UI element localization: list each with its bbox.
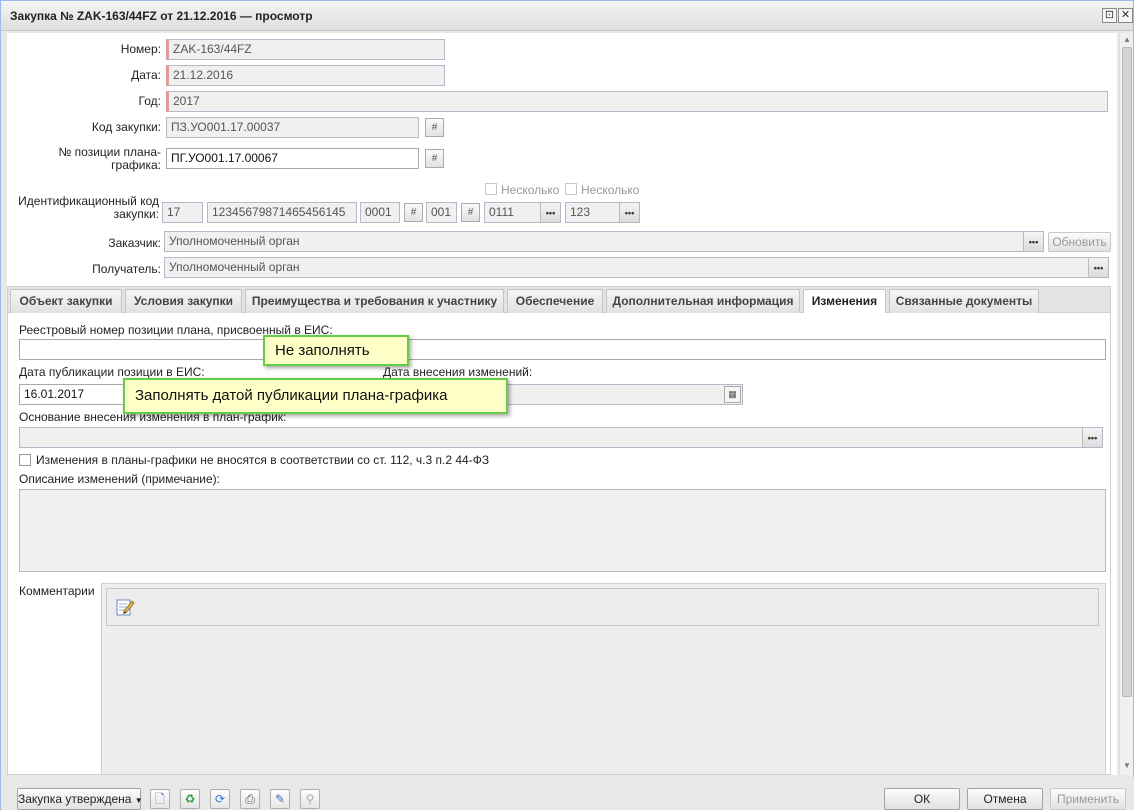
apply-button[interactable]: Применить xyxy=(1050,788,1126,810)
description-label: Описание изменений (примечание): xyxy=(19,472,220,486)
customer-value: Уполномоченный орган xyxy=(169,234,300,248)
cancel-button[interactable]: Отмена xyxy=(967,788,1043,810)
tab-changes[interactable]: Изменения xyxy=(803,289,886,314)
customer-label: Заказчик: xyxy=(108,236,161,250)
recipient-field[interactable]: Уполномоченный орган ••• xyxy=(164,257,1109,278)
scrollbar-thumb[interactable] xyxy=(1122,47,1132,697)
recipient-value: Уполномоченный орган xyxy=(169,260,300,274)
footer-toolbar: Закупка утверждена ▼ 🗋 ♻ ⟳ ⎙ ✎ ⚲ ОК Отме… xyxy=(2,777,1134,810)
number-field[interactable]: ZAK-163/44FZ xyxy=(166,39,445,60)
refresh-button[interactable]: Обновить xyxy=(1048,232,1111,252)
year-field[interactable]: 2017 xyxy=(166,91,1108,112)
several-label-2: Несколько xyxy=(581,183,640,197)
customer-field[interactable]: Уполномоченный орган ••• xyxy=(164,231,1044,252)
print-icon[interactable]: ⎙ xyxy=(240,789,260,809)
change-date-label: Дата внесения изменений: xyxy=(383,365,533,379)
calendar-icon[interactable]: # xyxy=(404,203,423,222)
year-label: Год: xyxy=(138,94,161,108)
callout-fill-with-date: Заполнять датой публикации плана-графика xyxy=(123,378,508,414)
ellipsis-icon[interactable]: ••• xyxy=(619,203,639,222)
calendar-icon[interactable]: # xyxy=(461,203,480,222)
document-icon[interactable]: 🗋 xyxy=(150,789,170,809)
restore-icon[interactable]: ⊡ xyxy=(1102,8,1117,23)
id-code-label: Идентификационный код закупки: xyxy=(18,194,159,221)
purchase-code-label: Код закупки: xyxy=(91,120,161,134)
comments-toolbar xyxy=(106,588,1099,626)
tab-additional-info[interactable]: Дополнительная информация xyxy=(606,289,800,313)
vertical-scrollbar[interactable]: ▲ ▼ xyxy=(1119,33,1133,775)
tab-conditions[interactable]: Условия закупки xyxy=(125,289,242,313)
ellipsis-icon[interactable]: ••• xyxy=(540,203,560,222)
number-label: Номер: xyxy=(120,42,161,56)
ellipsis-icon[interactable]: ••• xyxy=(1082,428,1102,447)
several-checkbox-2[interactable] xyxy=(565,183,577,195)
ellipsis-icon[interactable]: ••• xyxy=(1088,258,1108,277)
calendar-icon[interactable]: # xyxy=(425,118,444,137)
id-code-part-6-value: 123 xyxy=(570,205,591,219)
status-button-label: Закупка утверждена xyxy=(18,792,132,806)
refresh-icon[interactable]: ⟳ xyxy=(210,789,230,809)
window-title: Закупка № ZAK-163/44FZ от 21.12.2016 — п… xyxy=(10,9,313,23)
several-checkbox-1[interactable] xyxy=(485,183,497,195)
callout-do-not-fill: Не заполнять xyxy=(263,335,409,366)
basis-field[interactable]: ••• xyxy=(19,427,1103,448)
id-code-part-4[interactable]: 001 xyxy=(426,202,457,223)
tab-object[interactable]: Объект закупки xyxy=(10,289,122,313)
calendar-icon[interactable]: ▦ xyxy=(724,386,741,403)
scroll-down-icon[interactable]: ▼ xyxy=(1122,761,1132,771)
attachment-icon[interactable]: ✎ xyxy=(270,789,290,809)
id-code-part-1[interactable]: 17 xyxy=(162,202,203,223)
calendar-icon[interactable]: # xyxy=(425,149,444,168)
publication-date-label: Дата публикации позиции в ЕИС: xyxy=(19,365,205,379)
no-changes-checkbox[interactable] xyxy=(19,454,31,466)
tab-advantages[interactable]: Преимущества и требования к участнику xyxy=(245,289,504,313)
recipient-label: Получатель: xyxy=(92,262,161,276)
purchase-view-window: Закупка № ZAK-163/44FZ от 21.12.2016 — п… xyxy=(0,0,1134,810)
tab-related-docs[interactable]: Связанные документы xyxy=(889,289,1039,313)
id-code-part-6[interactable]: 123 ••• xyxy=(565,202,640,223)
id-code-part-5-value: 0111 xyxy=(489,205,514,219)
comments-area xyxy=(101,583,1106,775)
no-changes-checkbox-label: Изменения в планы-графики не вносятся в … xyxy=(36,453,490,467)
document-refresh-icon[interactable]: ♻ xyxy=(180,789,200,809)
chevron-down-icon: ▼ xyxy=(134,796,143,805)
status-button[interactable]: Закупка утверждена ▼ xyxy=(17,788,143,810)
id-code-part-3[interactable]: 0001 xyxy=(360,202,400,223)
title-bar: Закупка № ZAK-163/44FZ от 21.12.2016 — п… xyxy=(1,1,1133,31)
plan-position-field[interactable]: ПГ.УО001.17.00067 xyxy=(166,148,419,169)
description-textarea[interactable] xyxy=(19,489,1106,572)
id-code-part-5[interactable]: 0111 ••• xyxy=(484,202,561,223)
comments-label: Комментарии xyxy=(19,584,95,598)
link-icon[interactable]: ⚲ xyxy=(300,789,320,809)
plan-position-label: № позиции плана-графика: xyxy=(58,145,161,172)
id-code-part-2[interactable]: 12345679871465456145 xyxy=(207,202,357,223)
registry-number-field[interactable] xyxy=(19,339,1106,360)
ellipsis-icon[interactable]: ••• xyxy=(1023,232,1043,251)
tab-security[interactable]: Обеспечение xyxy=(507,289,603,313)
close-icon[interactable]: ✕ xyxy=(1118,8,1133,23)
edit-note-icon[interactable] xyxy=(115,597,135,617)
purchase-code-field[interactable]: ПЗ.УО001.17.00037 xyxy=(166,117,419,138)
date-field[interactable]: 21.12.2016 xyxy=(166,65,445,86)
date-label: Дата: xyxy=(131,68,161,82)
several-label-1: Несколько xyxy=(501,183,560,197)
scroll-up-icon[interactable]: ▲ xyxy=(1122,35,1132,45)
ok-button[interactable]: ОК xyxy=(884,788,960,810)
